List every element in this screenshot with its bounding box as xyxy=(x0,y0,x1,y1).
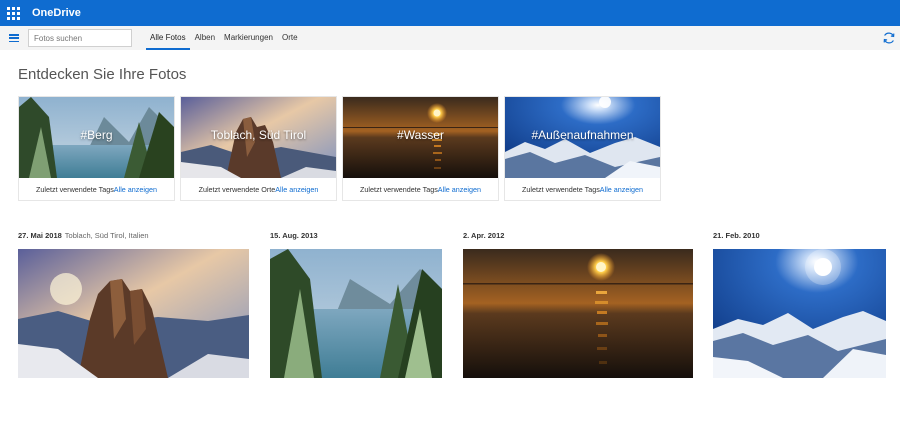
tab-places[interactable]: Orte xyxy=(278,26,302,50)
card-image: #Wasser xyxy=(343,97,498,178)
card-tag: #Wasser xyxy=(397,128,444,142)
photo-thumbnail[interactable] xyxy=(713,249,886,378)
group-date: 21. Feb. 2010 xyxy=(713,231,760,240)
show-all-link[interactable]: Alle anzeigen xyxy=(438,185,481,194)
timeline-group: 15. Aug. 2013 xyxy=(270,231,442,378)
page-heading: Entdecken Sie Ihre Fotos xyxy=(18,66,187,83)
group-date: 27. Mai 2018 xyxy=(18,231,62,240)
group-date: 15. Aug. 2013 xyxy=(270,231,318,240)
show-all-link[interactable]: Alle anzeigen xyxy=(600,185,643,194)
timeline-group: 2. Apr. 2012 xyxy=(463,231,693,378)
card-tag: Toblach, Süd Tirol xyxy=(210,128,307,142)
app-bar: OneDrive xyxy=(0,0,900,26)
hamburger-icon[interactable] xyxy=(0,26,28,50)
card-footer: Zuletzt verwendete Tags Alle anzeigen xyxy=(19,178,174,200)
tab-tags[interactable]: Markierungen xyxy=(220,26,277,50)
timeline-group: 21. Feb. 2010 xyxy=(713,231,886,378)
card-image: #Berg xyxy=(19,97,174,178)
search-input[interactable] xyxy=(28,29,132,47)
app-title[interactable]: OneDrive xyxy=(32,7,81,19)
discover-card-berg[interactable]: #Berg Zuletzt verwendete Tags Alle anzeig… xyxy=(18,96,175,201)
waffle-icon[interactable] xyxy=(0,0,26,26)
group-date-header: 27. Mai 2018 Toblach, Süd Tirol, Italien xyxy=(18,231,149,243)
card-footer: Zuletzt verwendete Tags Alle anzeigen xyxy=(505,178,660,200)
discover-cards: #Berg Zuletzt verwendete Tags Alle anzeig… xyxy=(18,96,661,201)
tab-all-photos[interactable]: Alle Fotos xyxy=(146,26,190,50)
discover-card-wasser[interactable]: #Wasser Zuletzt verwendete Tags Alle anze… xyxy=(342,96,499,201)
card-caption: Zuletzt verwendete Tags xyxy=(36,184,114,194)
photo-thumbnail[interactable] xyxy=(18,249,249,378)
group-date-header: 15. Aug. 2013 xyxy=(270,231,321,243)
view-tabs: Alle Fotos Alben Markierungen Orte xyxy=(146,26,303,50)
group-date: 2. Apr. 2012 xyxy=(463,231,505,240)
card-caption: Zuletzt verwendete Orte xyxy=(198,184,276,194)
card-caption: Zuletzt verwendete Tags xyxy=(522,184,600,194)
card-tag: #Außenaufnahmen xyxy=(531,128,634,142)
group-location: Toblach, Süd Tirol, Italien xyxy=(64,231,149,240)
timeline-group: 27. Mai 2018 Toblach, Süd Tirol, Italien xyxy=(18,231,249,378)
tab-albums[interactable]: Alben xyxy=(191,26,219,50)
show-all-link[interactable]: Alle anzeigen xyxy=(114,185,157,194)
discover-card-aussenaufnahmen[interactable]: #Außenaufnahmen Zuletzt verwendete Tags A… xyxy=(504,96,661,201)
card-footer: Zuletzt verwendete Orte Alle anzeigen xyxy=(181,178,336,200)
card-image: Toblach, Süd Tirol xyxy=(181,97,336,178)
card-image: #Außenaufnahmen xyxy=(505,97,660,178)
discover-card-toblach[interactable]: Toblach, Süd Tirol Zuletzt verwendete Or… xyxy=(180,96,337,201)
card-tag: #Berg xyxy=(80,128,113,142)
card-footer: Zuletzt verwendete Tags Alle anzeigen xyxy=(343,178,498,200)
card-caption: Zuletzt verwendete Tags xyxy=(360,184,438,194)
group-date-header: 2. Apr. 2012 xyxy=(463,231,507,243)
group-date-header: 21. Feb. 2010 xyxy=(713,231,763,243)
command-bar: Alle Fotos Alben Markierungen Orte xyxy=(0,26,900,50)
photo-thumbnail[interactable] xyxy=(463,249,693,378)
photo-thumbnail[interactable] xyxy=(270,249,442,378)
refresh-icon[interactable] xyxy=(882,31,896,45)
show-all-link[interactable]: Alle anzeigen xyxy=(275,185,318,194)
